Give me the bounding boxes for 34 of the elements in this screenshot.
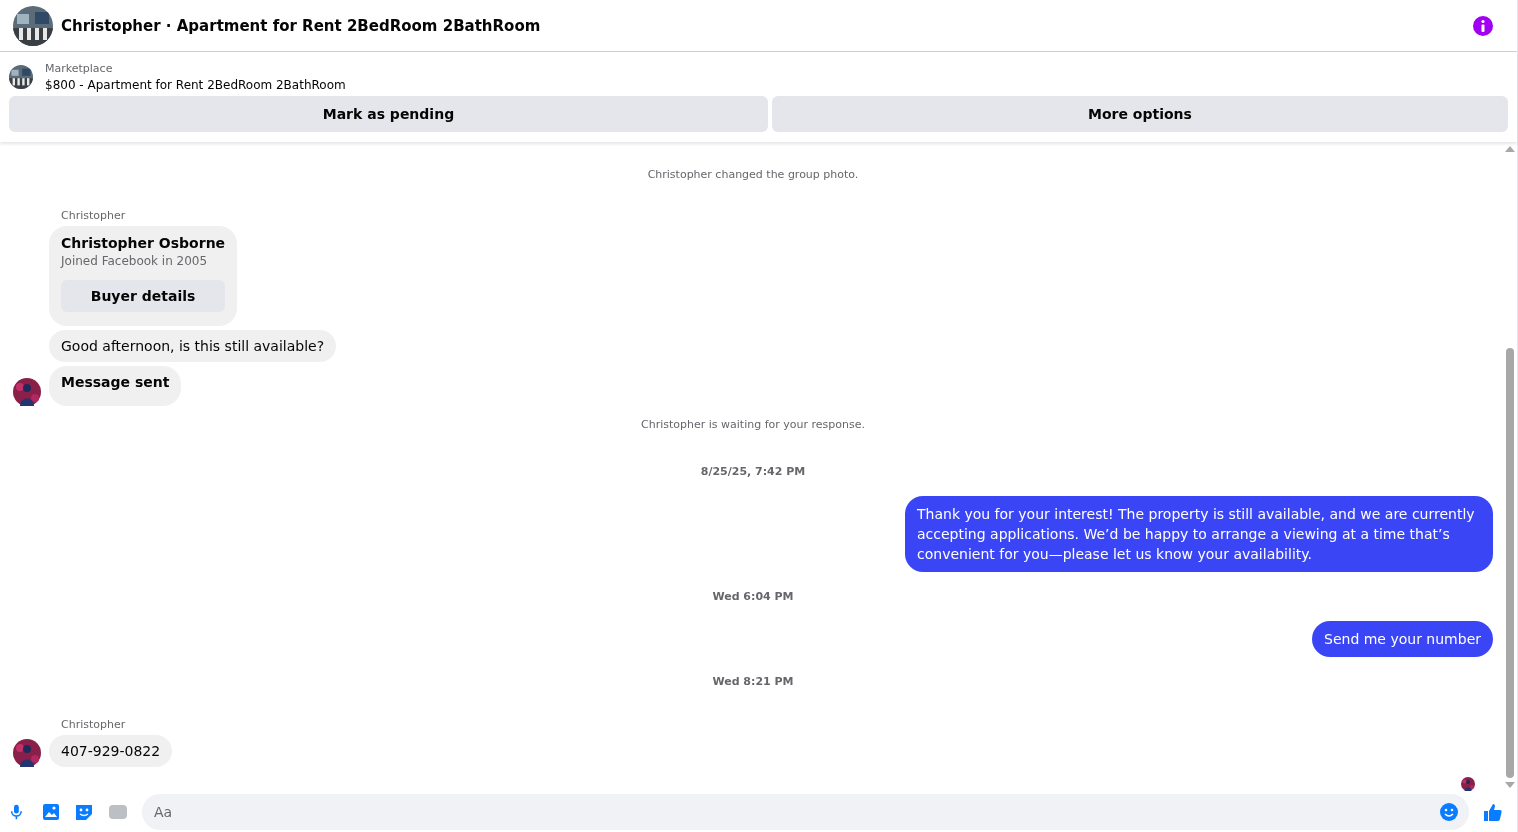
- timestamp: 8/25/25, 7:42 PM: [699, 465, 807, 478]
- timestamp: Wed 6:04 PM: [711, 590, 795, 603]
- message-bubble: Send me your number: [1312, 621, 1493, 657]
- scrollbar-thumb[interactable]: [1506, 348, 1514, 778]
- thumbs-up-icon[interactable]: [1483, 802, 1503, 822]
- system-notice: Christopher changed the group photo.: [646, 168, 860, 181]
- sticker-icon[interactable]: [74, 802, 94, 822]
- message-bubble: Message sent: [49, 366, 182, 406]
- avatar-icon: [13, 739, 41, 767]
- listing-action-button[interactable]: Mark as pending: [9, 96, 768, 132]
- listing-action-button[interactable]: More options: [771, 96, 1508, 132]
- avatar-icon: [1461, 777, 1475, 791]
- sender-name: Christopher: [61, 209, 127, 222]
- message-bubble: Good afternoon, is this still available?: [49, 330, 337, 362]
- scroll-down-icon[interactable]: [1505, 782, 1515, 788]
- scroll-up-icon[interactable]: [1505, 146, 1515, 152]
- sender-name: Christopher: [61, 718, 127, 731]
- info-icon[interactable]: [1473, 15, 1493, 36]
- joined-text: Joined Facebook in 2005: [61, 254, 209, 268]
- listing-source: Marketplace: [45, 62, 114, 75]
- group-photo: [13, 5, 53, 46]
- listing-title[interactable]: $800 - Apartment for Rent 2BedRoom 2BathRoom: [45, 78, 346, 92]
- message-input[interactable]: Aa: [142, 794, 1469, 830]
- buyer-name: Christopher Osborne: [61, 235, 226, 251]
- timestamp: Wed 8:21 PM: [711, 675, 795, 688]
- system-notice: Christopher is waiting for your response.: [640, 418, 866, 431]
- emoji-icon[interactable]: [1439, 802, 1459, 822]
- conversation-title: Christopher · Apartment for Rent 2BedRoom 2BathRoom: [61, 16, 542, 35]
- image-icon[interactable]: [40, 802, 60, 822]
- message-bubble: 407-929-0822: [49, 735, 173, 767]
- listing-photo: [9, 65, 33, 89]
- message-bubble: Thank you for your interest! The property is still available, and we are currently accepting applications. We’d be happy to arrange a viewing at a time that’s convenient for you—please let us know your availability.: [905, 496, 1493, 572]
- buyer-details-button[interactable]: Buyer details: [61, 280, 226, 312]
- avatar-icon: [13, 378, 41, 406]
